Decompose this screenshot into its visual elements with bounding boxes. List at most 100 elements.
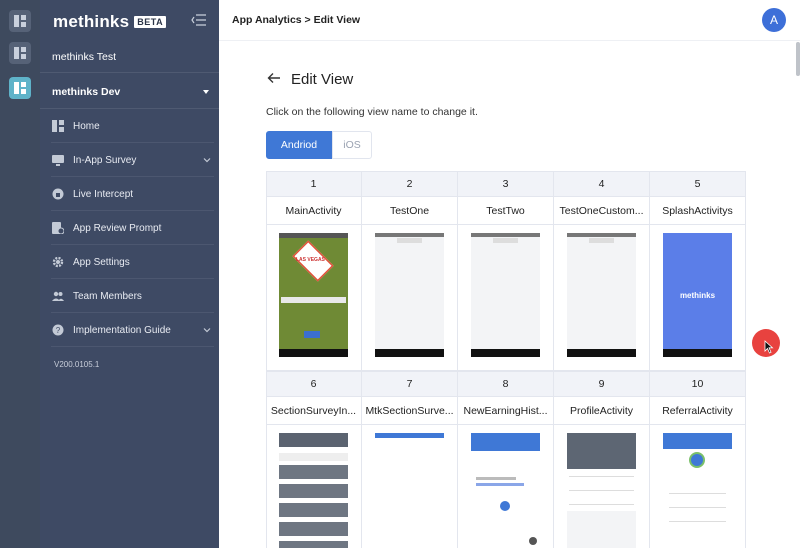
view-name[interactable]: TestTwo [458,197,553,225]
view-name[interactable]: SplashActivitys [650,197,745,225]
view-card: 2 TestOne [362,171,458,371]
view-card: 3 TestTwo [458,171,554,371]
screenshot-preview: LAS VEGAS [279,233,348,357]
view-thumbnail: LAS VEGAS [266,225,361,371]
main-content: App Analytics > Edit View A Edit View Cl… [219,0,800,548]
view-number: 6 [266,371,361,397]
screenshot-preview [471,433,540,548]
nav-separator [51,176,214,177]
view-card: 4 TestOneCustom... [554,171,650,371]
project-selector[interactable]: methinks Dev [52,85,209,99]
sidebar-item-app-settings[interactable]: App Settings [51,254,211,270]
gear-icon [51,255,65,269]
view-thumbnail [554,425,649,548]
chevron-down-icon [203,328,211,333]
view-number: 1 [266,171,361,197]
app-window: methinks BETA methinks Test methinks Dev… [0,0,800,548]
view-name[interactable]: TestOneCustom... [554,197,649,225]
view-number: 2 [362,171,457,197]
sidebar-item-implementation-guide[interactable]: ? Implementation Guide [51,322,211,338]
screenshot-preview [567,433,636,548]
sidebar-item-label: Live Intercept [73,188,134,200]
review-icon [51,221,65,235]
view-thumbnail [458,225,553,371]
breadcrumb: App Analytics > Edit View [232,14,361,26]
sidebar: methinks BETA methinks Test methinks Dev… [40,0,219,548]
view-name[interactable]: ReferralActivity [650,397,745,425]
platform-tabs: Andriod iOS [266,131,372,159]
scrollbar-thumb[interactable] [796,42,800,76]
tab-android[interactable]: Andriod [266,131,332,159]
avatar[interactable]: A [762,8,786,32]
view-number: 5 [650,171,745,197]
tab-ios[interactable]: iOS [332,131,372,159]
sidebar-item-label: App Settings [73,256,130,268]
screenshot-preview [375,233,444,357]
team-icon [51,289,65,303]
nav-separator [51,142,214,143]
sidebar-item-label: Team Members [73,290,142,302]
sidebar-item-team-members[interactable]: Team Members [51,288,211,304]
app-rail [0,0,40,548]
view-card: 1 MainActivity LAS VEGAS [266,171,362,371]
view-number: 3 [458,171,553,197]
view-name[interactable]: ProfileActivity [554,397,649,425]
screenshot-preview [471,233,540,357]
sidebar-item-home[interactable]: Home [51,118,211,134]
brand: methinks BETA [53,11,167,33]
view-name[interactable]: NewEarningHist... [458,397,553,425]
view-thumbnail [362,225,457,371]
caret-down-icon [203,90,209,94]
rail-active-app-icon[interactable] [9,77,31,99]
version-label: V200.0105.1 [54,360,100,369]
view-number: 10 [650,371,745,397]
nav-separator [51,346,214,347]
scrollbar-track[interactable] [794,41,800,548]
sidebar-item-live-intercept[interactable]: Live Intercept [51,186,211,202]
nav-separator [51,244,214,245]
view-thumbnail [554,225,649,371]
sidebar-item-app-review-prompt[interactable]: App Review Prompt [51,220,211,236]
back-arrow-icon[interactable] [267,72,281,84]
beta-badge: BETA [134,16,167,28]
sidebar-divider [40,72,219,73]
sidebar-divider [40,108,219,109]
view-name[interactable]: SectionSurveyIn... [266,397,361,425]
view-thumbnail [650,425,745,548]
view-card: 8 NewEarningHist... [458,371,554,548]
sidebar-item-label: In-App Survey [73,154,137,166]
mouse-cursor-icon [764,340,774,354]
rail-app-icon[interactable] [9,42,31,64]
view-name[interactable]: MtkSectionSurve... [362,397,457,425]
nav-separator [51,210,214,211]
view-card: 5 SplashActivitys methinks [650,171,746,371]
home-icon [51,119,65,133]
survey-icon [51,153,65,167]
view-number: 4 [554,171,649,197]
page-title: Edit View [291,71,354,88]
view-number: 9 [554,371,649,397]
intercept-icon [51,187,65,201]
sidebar-item-in-app-survey[interactable]: In-App Survey [51,152,211,168]
view-card: 10 ReferralActivity [650,371,746,548]
view-name[interactable]: MainActivity [266,197,361,225]
view-card: 9 ProfileActivity [554,371,650,548]
view-card: 7 MtkSectionSurve... [362,371,458,548]
sidebar-item-label: Home [73,120,100,132]
nav-separator [51,278,214,279]
org-name[interactable]: methinks Test [52,51,116,63]
view-card: 6 SectionSurveyIn... [266,371,362,548]
instruction-text: Click on the following view name to chan… [266,106,478,118]
view-thumbnail [362,425,457,548]
chevron-down-icon [203,158,211,163]
view-name[interactable]: TestOne [362,197,457,225]
view-thumbnail [266,425,361,548]
rail-dashboard-icon[interactable] [9,10,31,32]
svg-text:?: ? [56,326,61,335]
project-name: methinks Dev [52,86,121,98]
top-bar: App Analytics > Edit View A [219,0,800,41]
collapse-menu-icon[interactable] [191,13,207,27]
view-number: 7 [362,371,457,397]
help-icon: ? [51,323,65,337]
view-thumbnail: methinks [650,225,745,371]
